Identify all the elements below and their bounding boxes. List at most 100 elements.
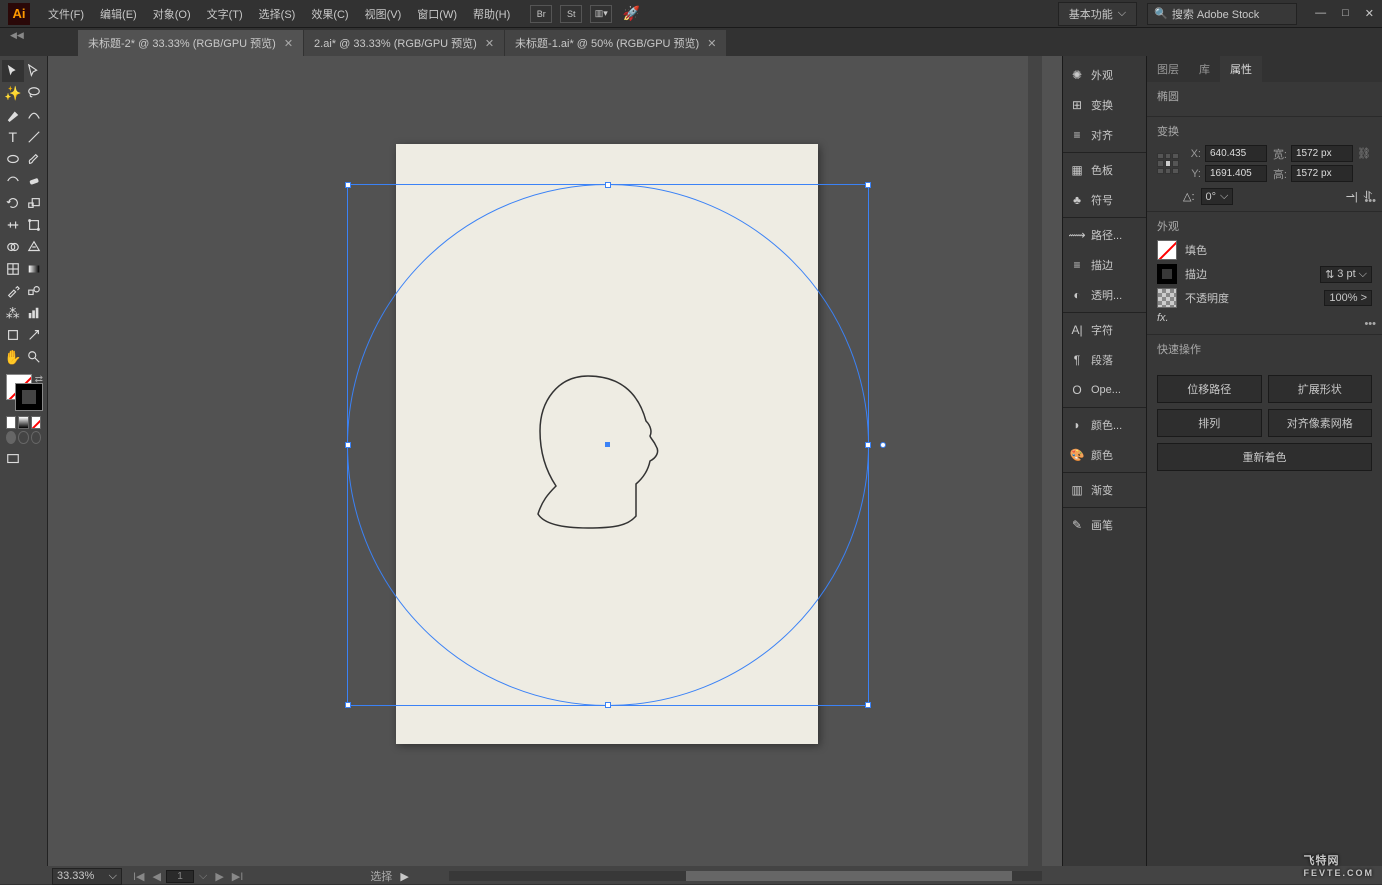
- first-page-icon[interactable]: I◀: [130, 870, 148, 883]
- reference-point-widget[interactable]: [1157, 153, 1179, 175]
- toolbar-collapse-icon[interactable]: ◀◀: [10, 30, 24, 41]
- dock-paragraph[interactable]: ¶段落: [1063, 345, 1146, 375]
- width-tool[interactable]: [2, 214, 24, 236]
- offset-path-button[interactable]: 位移路径: [1157, 375, 1262, 403]
- selection-handle[interactable]: [605, 182, 611, 188]
- window-minimize[interactable]: —: [1315, 7, 1326, 20]
- artwork-head-path[interactable]: [528, 366, 688, 566]
- shaper-tool[interactable]: [2, 170, 24, 192]
- scroll-track[interactable]: [449, 871, 1042, 881]
- selection-handle[interactable]: [345, 182, 351, 188]
- dock-gradient[interactable]: ▥渐变: [1063, 475, 1146, 505]
- menu-window[interactable]: 窗口(W): [409, 6, 465, 22]
- tab-close-icon[interactable]: ✕: [485, 37, 494, 50]
- selection-handle[interactable]: [345, 442, 351, 448]
- slice-tool[interactable]: [24, 324, 46, 346]
- align-pixel-button[interactable]: 对齐像素网格: [1268, 409, 1373, 437]
- more-options-icon[interactable]: •••: [1364, 195, 1376, 207]
- tab-libraries[interactable]: 库: [1189, 56, 1220, 82]
- width-input[interactable]: [1291, 145, 1353, 162]
- column-graph-tool[interactable]: [24, 302, 46, 324]
- artboard-tool[interactable]: [2, 324, 24, 346]
- status-dropdown-icon[interactable]: ▶: [400, 870, 408, 883]
- paintbrush-tool[interactable]: [24, 148, 46, 170]
- dock-opentype[interactable]: OOpe...: [1063, 375, 1146, 405]
- stroke-weight-stepper[interactable]: ⇅ 3 pt ⌵: [1320, 266, 1372, 283]
- free-transform-tool[interactable]: [24, 214, 46, 236]
- color-mode-icon[interactable]: [6, 416, 16, 429]
- zoom-tool[interactable]: [24, 346, 46, 368]
- dock-pathfinder[interactable]: ⟿路径...: [1063, 220, 1146, 250]
- type-tool[interactable]: T: [2, 126, 24, 148]
- menu-view[interactable]: 视图(V): [357, 6, 410, 22]
- arrange-docs-icon[interactable]: ▥▾: [590, 5, 612, 23]
- menu-object[interactable]: 对象(O): [145, 6, 199, 22]
- menu-effect[interactable]: 效果(C): [303, 6, 356, 22]
- dock-brushes[interactable]: ✎画笔: [1063, 510, 1146, 540]
- curvature-tool[interactable]: [24, 104, 46, 126]
- symbol-sprayer-tool[interactable]: ⁂: [2, 302, 24, 324]
- stroke-swatch[interactable]: [16, 384, 42, 410]
- dock-symbols[interactable]: ♣符号: [1063, 185, 1146, 215]
- recolor-button[interactable]: 重新着色: [1157, 443, 1372, 471]
- next-page-icon[interactable]: ▶: [212, 870, 226, 883]
- prev-page-icon[interactable]: ◀: [150, 870, 164, 883]
- search-input[interactable]: 🔍 搜索 Adobe Stock: [1147, 3, 1297, 25]
- stepper-arrows-icon[interactable]: ⇅: [1325, 268, 1334, 281]
- more-options-icon[interactable]: •••: [1364, 318, 1376, 330]
- hand-tool[interactable]: ✋: [2, 346, 24, 368]
- flip-horizontal-icon[interactable]: ⇀|: [1346, 190, 1358, 203]
- opacity-well[interactable]: [1157, 288, 1177, 308]
- pie-widget-icon[interactable]: [880, 442, 886, 448]
- page-input[interactable]: 1: [166, 870, 194, 883]
- direct-selection-tool[interactable]: [24, 60, 46, 82]
- arrange-button[interactable]: 排列: [1157, 409, 1262, 437]
- expand-shape-button[interactable]: 扩展形状: [1268, 375, 1373, 403]
- blend-tool[interactable]: [24, 280, 46, 302]
- selection-handle[interactable]: [345, 702, 351, 708]
- canvas[interactable]: [48, 56, 1062, 866]
- lasso-tool[interactable]: [24, 82, 46, 104]
- menu-help[interactable]: 帮助(H): [465, 6, 518, 22]
- selection-handle[interactable]: [865, 182, 871, 188]
- scroll-thumb[interactable]: [686, 871, 1012, 881]
- tab-close-icon[interactable]: ✕: [284, 37, 293, 50]
- stock-icon[interactable]: St: [560, 5, 582, 23]
- rotate-tool[interactable]: [2, 192, 24, 214]
- eyedropper-tool[interactable]: [2, 280, 24, 302]
- window-close[interactable]: ✕: [1365, 7, 1374, 20]
- menu-type[interactable]: 文字(T): [199, 6, 251, 22]
- swap-fill-stroke-icon[interactable]: ⇄: [35, 374, 43, 385]
- dock-color[interactable]: 🎨颜色: [1063, 440, 1146, 470]
- last-page-icon[interactable]: ▶I: [229, 870, 247, 883]
- none-mode-icon[interactable]: [31, 416, 41, 429]
- document-tab[interactable]: 未标题-1.ai* @ 50% (RGB/GPU 预览) ✕: [505, 30, 726, 56]
- scrollbar-vertical[interactable]: [1028, 56, 1042, 866]
- document-tab[interactable]: 2.ai* @ 33.33% (RGB/GPU 预览) ✕: [304, 30, 504, 56]
- menu-edit[interactable]: 编辑(E): [92, 6, 145, 22]
- selection-handle[interactable]: [865, 702, 871, 708]
- menu-file[interactable]: 文件(F): [40, 6, 92, 22]
- x-input[interactable]: [1205, 145, 1267, 162]
- gradient-mode-icon[interactable]: [18, 416, 28, 429]
- dock-transform[interactable]: ⊞变换: [1063, 90, 1146, 120]
- selection-handle[interactable]: [865, 442, 871, 448]
- tab-close-icon[interactable]: ✕: [707, 37, 716, 50]
- tab-properties[interactable]: 属性: [1220, 56, 1262, 82]
- angle-dropdown[interactable]: 0° ⌵: [1201, 188, 1234, 205]
- menu-select[interactable]: 选择(S): [251, 6, 304, 22]
- dock-character[interactable]: A|字符: [1063, 315, 1146, 345]
- selection-tool[interactable]: [2, 60, 24, 82]
- fx-button[interactable]: fx.: [1157, 312, 1169, 324]
- fill-color-well[interactable]: [1157, 240, 1177, 260]
- window-maximize[interactable]: □: [1342, 7, 1349, 20]
- pen-tool[interactable]: [2, 104, 24, 126]
- mesh-tool[interactable]: [2, 258, 24, 280]
- chevron-down-icon[interactable]: ⌵: [196, 870, 210, 883]
- tab-layers[interactable]: 图层: [1147, 56, 1189, 82]
- height-input[interactable]: [1291, 165, 1353, 182]
- gradient-tool[interactable]: [24, 258, 46, 280]
- zoom-dropdown[interactable]: 33.33%⌵: [52, 868, 122, 885]
- stroke-color-well[interactable]: [1157, 264, 1177, 284]
- magic-wand-tool[interactable]: ✨: [2, 82, 24, 104]
